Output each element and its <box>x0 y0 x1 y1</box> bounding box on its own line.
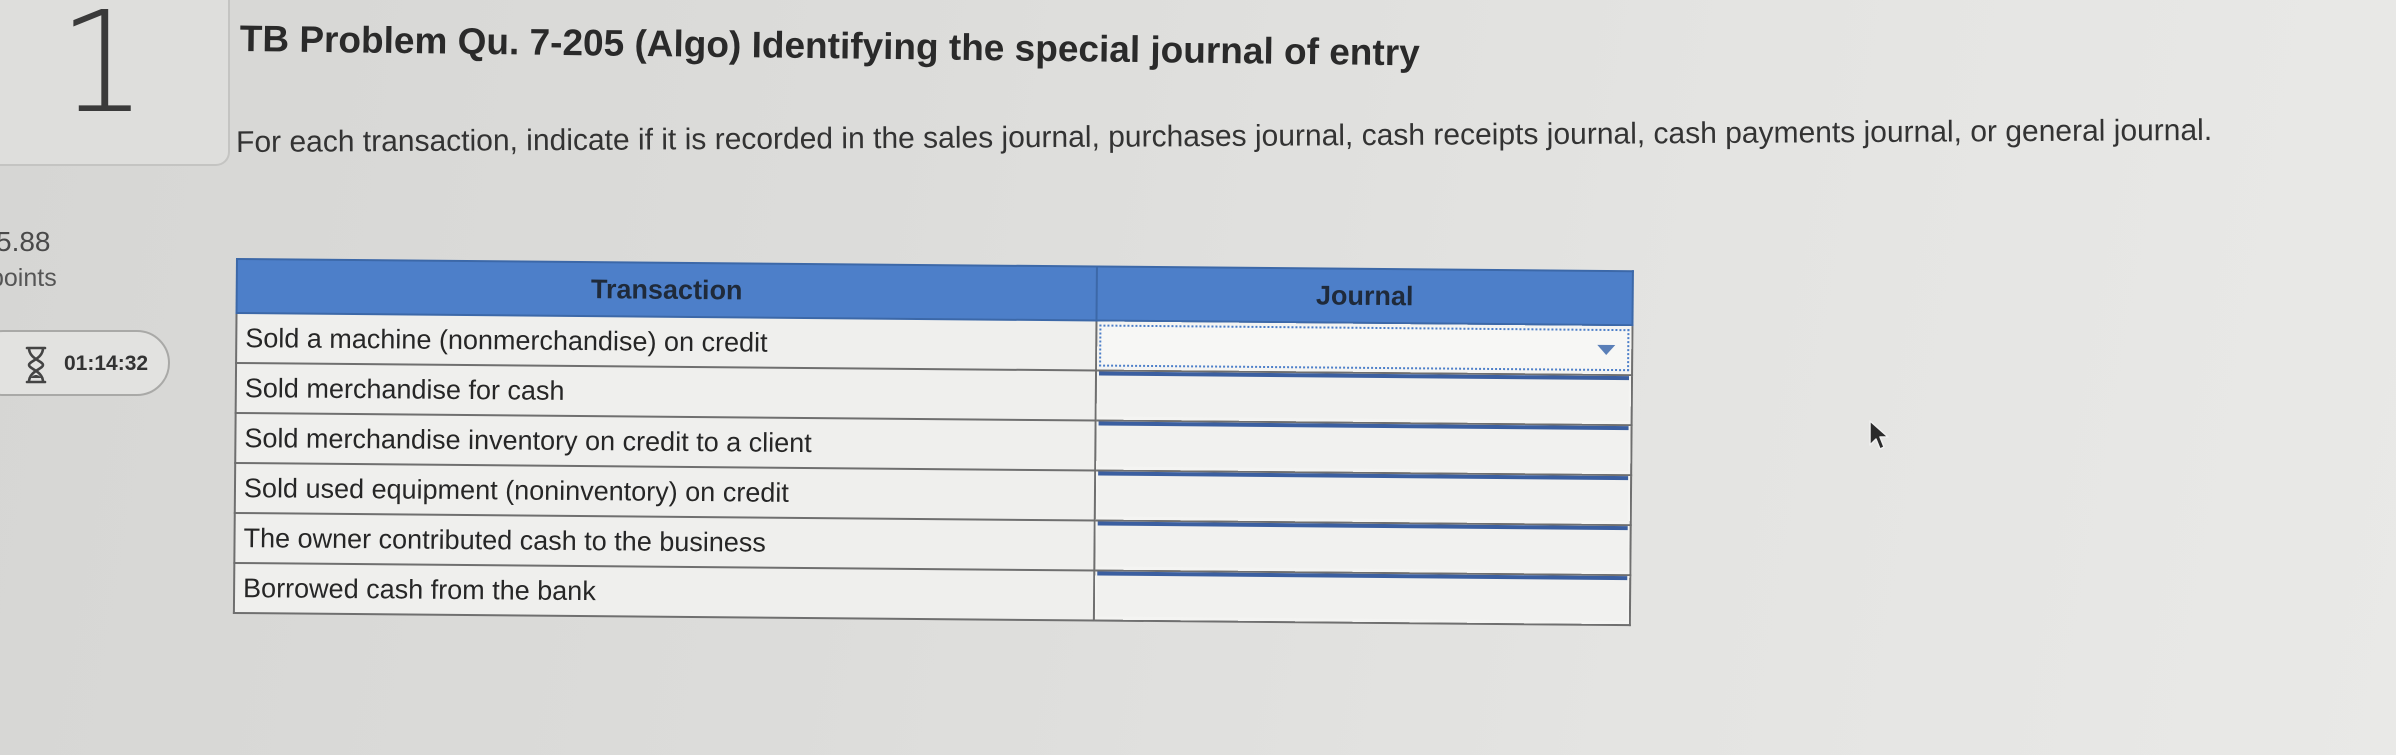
journal-dropdown[interactable] <box>1097 521 1628 572</box>
transaction-cell: Borrowed cash from the bank <box>233 562 1095 621</box>
journal-cell <box>1095 420 1632 476</box>
journal-cell <box>1093 570 1631 626</box>
journal-cell <box>1094 470 1632 526</box>
journal-dropdown[interactable] <box>1096 571 1628 622</box>
question-number: 1 <box>58 0 148 145</box>
question-number-box: 1 <box>0 0 230 166</box>
chevron-down-icon <box>1597 344 1616 356</box>
timer-readout: 01:14:32 <box>64 352 149 375</box>
journal-dropdown[interactable] <box>1099 324 1630 372</box>
journal-column-header: Journal <box>1096 266 1633 326</box>
journal-table: Transaction Journal Sold a machine (nonm… <box>233 258 1634 626</box>
journal-dropdown[interactable] <box>1098 421 1629 472</box>
transaction-cell: The owner contributed cash to the busine… <box>234 512 1095 571</box>
timer-pill[interactable]: 01:14:32 <box>0 330 170 396</box>
problem-instructions: For each transaction, indicate if it is … <box>236 113 2213 159</box>
transaction-cell: Sold used equipment (noninventory) on cr… <box>234 463 1096 521</box>
transaction-column-header: Transaction <box>236 259 1097 321</box>
transaction-cell: Sold merchandise inventory on credit to … <box>235 413 1096 471</box>
journal-cell <box>1095 370 1633 426</box>
journal-dropdown[interactable] <box>1098 371 1630 422</box>
hourglass-icon <box>25 346 47 384</box>
mouse-pointer-icon <box>1869 420 1889 450</box>
points-label: points <box>0 264 57 292</box>
journal-cell <box>1096 320 1633 376</box>
journal-cell <box>1094 520 1631 576</box>
journal-dropdown[interactable] <box>1097 471 1629 522</box>
transaction-cell: Sold merchandise for cash <box>235 363 1097 421</box>
transaction-cell: Sold a machine (nonmerchandise) on credi… <box>236 313 1097 371</box>
problem-title: TB Problem Qu. 7-205 (Algo) Identifying … <box>239 18 1420 74</box>
points-value: 5.88 <box>0 226 51 257</box>
